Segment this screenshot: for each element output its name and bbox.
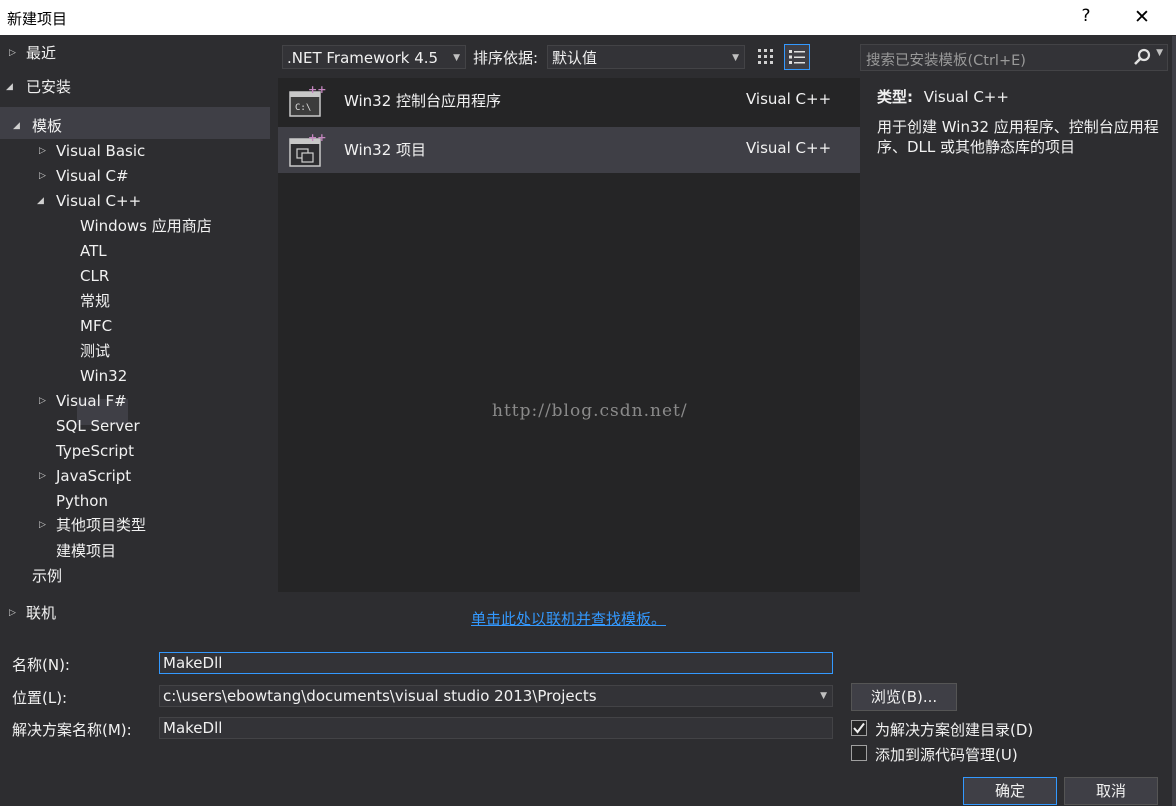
list-view-icon — [789, 50, 805, 64]
title-bar: 新建项目 ? ✕ — [0, 0, 1176, 35]
tree-item-label: MFC — [80, 317, 113, 335]
tree-item-label: ATL — [80, 242, 107, 260]
template-item-win32[interactable]: ++ Win32 项目 Visual C++ — [278, 127, 860, 173]
framework-select-value: .NET Framework 4.5 — [287, 49, 439, 67]
tree-item-label: TypeScript — [56, 442, 134, 460]
create-directory-checkbox[interactable] — [851, 720, 867, 736]
tree-item-label: SQL Server — [56, 417, 140, 435]
project-name-input[interactable]: MakeDll — [159, 652, 833, 674]
svg-text:C:\: C:\ — [295, 103, 311, 113]
description-text: 用于创建 Win32 应用程序、控制台应用程序、DLL 或其他静态库的项目 — [877, 118, 1159, 156]
sort-label: 排序依据: — [473, 49, 539, 67]
template-name: Win32 控制台应用程序 — [344, 92, 502, 110]
tree-item-label: 其他项目类型 — [56, 516, 147, 534]
template-list: C:\ ++ Win32 控制台应用程序 Visual C++ ++ Win32… — [278, 78, 860, 592]
template-search-box[interactable]: 搜索已安装模板(Ctrl+E) ▼ — [860, 44, 1168, 71]
template-description: 类型: Visual C++ 用于创建 Win32 应用程序、控制台应用程序、D… — [877, 86, 1163, 157]
create-directory-label: 为解决方案创建目录(D) — [875, 721, 1034, 739]
online-templates-link[interactable]: 单击此处以联机并查找模板。 — [471, 608, 666, 629]
sort-select-value: 默认值 — [552, 49, 598, 67]
help-button[interactable]: ? — [1078, 6, 1094, 26]
chevron-down-icon: ▼ — [820, 691, 827, 701]
tree-item-label: Win32 — [80, 367, 128, 385]
tree-item-label: 建模项目 — [56, 542, 117, 560]
cancel-button[interactable]: 取消 — [1064, 777, 1158, 805]
tree-item-label: Visual Basic — [56, 142, 146, 160]
tree-item-label: 最近 — [26, 44, 57, 62]
close-button[interactable]: ✕ — [1131, 6, 1153, 28]
watermark-text: http://blog.csdn.net/ — [492, 401, 688, 421]
solution-name-label: 解决方案名称(M): — [12, 721, 132, 739]
tree-item-label: 已安装 — [26, 78, 72, 96]
tree-item-label: 测试 — [80, 342, 111, 360]
tree-item-label: CLR — [80, 267, 110, 285]
expand-arrow-icon[interactable]: ▷ — [39, 390, 51, 412]
tree-item-label: Python — [56, 492, 108, 510]
tree-item-label: 示例 — [32, 567, 63, 585]
search-icon[interactable] — [1132, 47, 1152, 71]
type-key: 类型: — [877, 88, 913, 106]
sort-select[interactable]: 默认值 ▼ — [547, 45, 745, 69]
chevron-down-icon[interactable]: ▼ — [1156, 48, 1163, 58]
name-label: 名称(N): — [12, 656, 70, 674]
template-language: Visual C++ — [746, 139, 832, 157]
framework-select[interactable]: .NET Framework 4.5 ▼ — [282, 45, 466, 69]
location-label: 位置(L): — [12, 689, 68, 707]
expand-arrow-icon[interactable]: ▷ — [39, 140, 51, 162]
chevron-down-icon: ▼ — [732, 53, 739, 63]
expand-arrow-icon[interactable]: ▷ — [9, 42, 21, 64]
tree-item-label: Visual C# — [56, 167, 129, 185]
console-app-icon: C:\ ++ — [286, 83, 326, 123]
template-language: Visual C++ — [746, 90, 832, 108]
category-tree: ▷ 最近 ◢ 已安装 ◢ 模板 ▷ Visual Basic ▷ Visual … — [0, 36, 270, 636]
expand-arrow-icon[interactable]: ▷ — [39, 514, 51, 536]
window-border — [1172, 36, 1176, 806]
win32-project-icon: ++ — [286, 131, 326, 172]
add-source-control-label: 添加到源代码管理(U) — [875, 746, 1018, 764]
tree-item-label: 模板 — [32, 117, 63, 135]
svg-text:++: ++ — [308, 83, 326, 96]
tree-item-label: Visual C++ — [56, 192, 142, 210]
grid-view-icon — [758, 49, 773, 64]
expand-arrow-icon[interactable]: ▷ — [39, 165, 51, 187]
small-icons-view-button[interactable] — [753, 44, 779, 70]
location-combo[interactable]: c:\users\ebowtang\documents\visual studi… — [159, 685, 833, 707]
svg-text:++: ++ — [308, 132, 326, 144]
solution-name-input[interactable]: MakeDll — [159, 717, 833, 739]
tree-item-label: 联机 — [26, 604, 57, 622]
expand-arrow-icon[interactable]: ▷ — [9, 602, 21, 624]
tree-item-label: Visual F# — [56, 392, 127, 410]
solution-name-value: MakeDll — [163, 719, 223, 737]
collapse-arrow-icon[interactable]: ◢ — [37, 190, 49, 212]
checkmark-icon — [853, 722, 865, 734]
ok-button[interactable]: 确定 — [963, 777, 1057, 805]
browse-button[interactable]: 浏览(B)... — [851, 683, 957, 711]
tree-item-label: 常规 — [80, 292, 111, 310]
template-name: Win32 项目 — [344, 141, 427, 159]
add-source-control-checkbox[interactable] — [851, 745, 867, 761]
window-title: 新建项目 — [7, 10, 68, 28]
type-value: Visual C++ — [923, 88, 1009, 106]
project-name-value: MakeDll — [163, 654, 223, 672]
search-placeholder: 搜索已安装模板(Ctrl+E) — [866, 53, 1026, 69]
expand-arrow-icon[interactable]: ▷ — [39, 465, 51, 487]
tree-item-label: JavaScript — [56, 467, 132, 485]
tree-item-label: Windows 应用商店 — [80, 217, 212, 235]
location-value: c:\users\ebowtang\documents\visual studi… — [163, 687, 597, 705]
list-view-button[interactable] — [784, 44, 810, 70]
template-item-console[interactable]: C:\ ++ Win32 控制台应用程序 Visual C++ — [278, 78, 860, 124]
collapse-arrow-icon[interactable]: ◢ — [6, 76, 18, 98]
chevron-down-icon: ▼ — [453, 53, 460, 63]
collapse-arrow-icon[interactable]: ◢ — [13, 115, 25, 137]
